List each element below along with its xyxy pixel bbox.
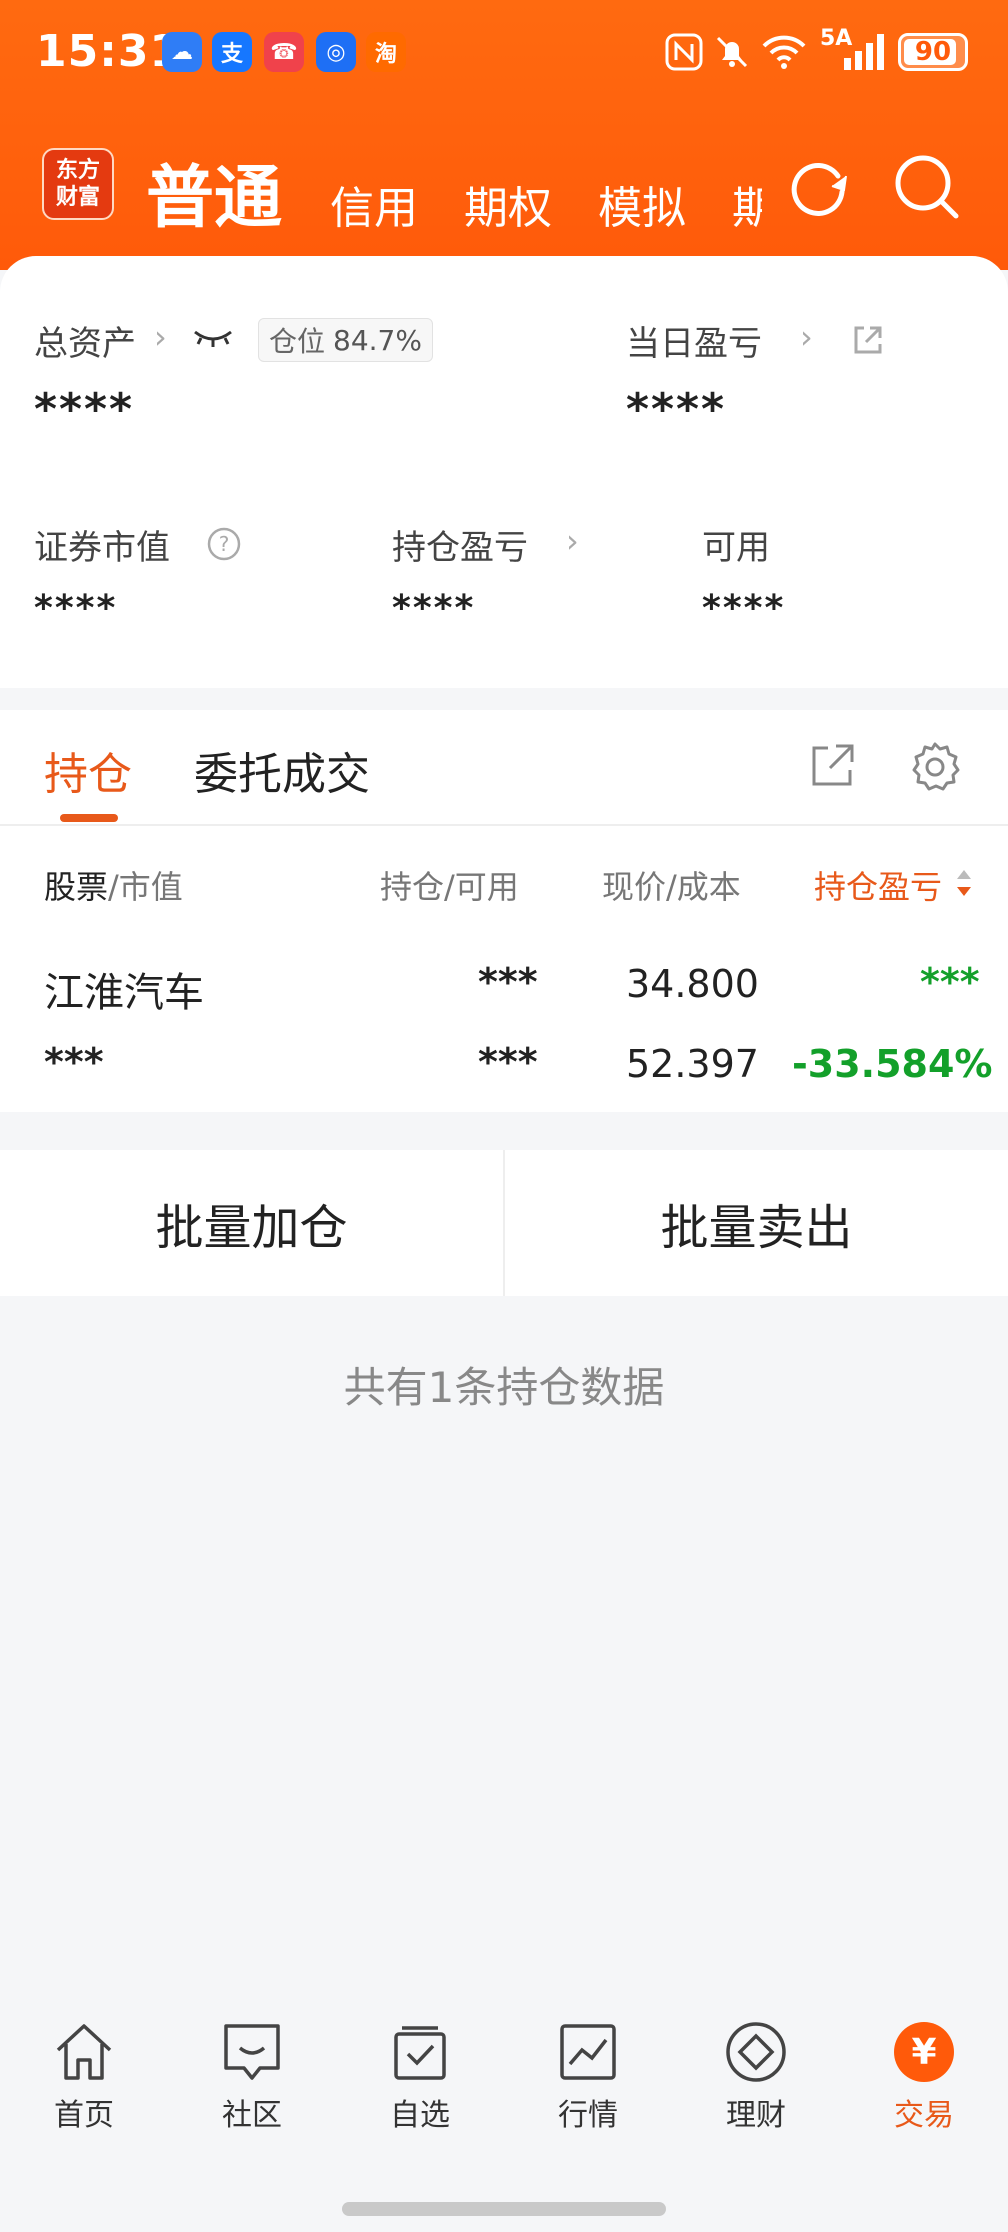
holding-pnl-chevron-icon[interactable]: ›	[566, 522, 579, 560]
signal-icon	[844, 34, 884, 70]
sort-icon[interactable]	[954, 868, 974, 898]
available-value: ****	[702, 588, 786, 629]
tab-normal[interactable]: 普通	[146, 142, 282, 241]
total-assets-value: ****	[34, 384, 135, 435]
tab-futures[interactable]: 期	[732, 172, 762, 236]
wifi-icon	[762, 35, 806, 69]
app-logo[interactable]: 东方 财富	[42, 148, 114, 220]
market-icon	[560, 2024, 616, 2080]
nfc-icon	[665, 33, 703, 71]
daily-pnl-label[interactable]: 当日盈亏	[626, 316, 762, 365]
phone-icon: ☎	[264, 32, 304, 72]
position-ratio-badge: 仓位 84.7%	[258, 318, 433, 362]
batch-actions: 批量加仓 批量卖出	[0, 1150, 1008, 1296]
tab-credit[interactable]: 信用	[330, 172, 418, 236]
total-assets-label[interactable]: 总资产	[34, 316, 136, 365]
nav-market[interactable]: 行情	[528, 2020, 648, 2134]
daily-pnl-chevron-icon[interactable]: ›	[800, 318, 813, 356]
nav-watchlist[interactable]: 自选	[360, 2020, 480, 2134]
help-icon[interactable]: ?	[206, 526, 242, 562]
column-header-holding[interactable]: 持仓/可用	[380, 862, 519, 908]
taobao-icon: 淘	[366, 32, 406, 72]
market-value-cell: ***	[44, 1040, 104, 1084]
nav-home[interactable]: 首页	[24, 2020, 144, 2134]
svg-text:¥: ¥	[911, 2032, 936, 2073]
pnl-amount-cell: ***	[920, 960, 980, 1004]
market-value-value: ****	[34, 588, 118, 629]
bottom-nav	[0, 2000, 1008, 2232]
external-link-icon[interactable]	[808, 740, 858, 790]
pnl-percent-cell: -33.584%	[792, 1042, 993, 1086]
tabs-divider	[0, 824, 1008, 826]
wealth-icon	[726, 2022, 786, 2082]
asset-summary-card	[0, 256, 1008, 688]
column-header-price[interactable]: 现价/成本	[602, 862, 741, 908]
batch-sell-button[interactable]: 批量卖出	[505, 1150, 1008, 1296]
column-header-stock[interactable]: 股票/市值	[44, 862, 183, 908]
nav-trade[interactable]: ¥ 交易	[864, 2020, 984, 2134]
weather-icon: ☁	[162, 32, 202, 72]
tab-orders-trades[interactable]: 委托成交	[194, 738, 370, 802]
batch-add-button[interactable]: 批量加仓	[0, 1150, 503, 1296]
search-icon[interactable]	[892, 152, 962, 222]
chat-icon: ◎	[316, 32, 356, 72]
hide-eye-icon[interactable]	[192, 326, 234, 350]
home-icon	[56, 2024, 112, 2080]
refresh-icon[interactable]	[784, 152, 854, 222]
svg-text:?: ?	[219, 532, 230, 556]
mute-bell-icon	[716, 36, 748, 68]
tab-holdings[interactable]: 持仓	[44, 738, 132, 802]
nav-community[interactable]: 社区	[192, 2020, 312, 2134]
current-price-cell: 34.800	[626, 962, 759, 1006]
available-cell: ***	[478, 1040, 538, 1084]
alipay-icon: 支	[212, 32, 252, 72]
cost-price-cell: 52.397	[626, 1042, 759, 1086]
share-icon[interactable]	[850, 322, 886, 358]
settings-gear-icon[interactable]	[908, 740, 962, 794]
holding-cell: ***	[478, 960, 538, 1004]
battery-indicator: 90	[898, 33, 968, 71]
tab-simulation[interactable]: 模拟	[598, 172, 686, 236]
daily-pnl-value: ****	[626, 384, 727, 435]
total-assets-chevron-icon[interactable]: ›	[154, 318, 167, 356]
nav-wealth[interactable]: 理财	[696, 2020, 816, 2134]
market-value-label: 证券市值	[34, 528, 170, 568]
trade-icon: ¥	[894, 2022, 954, 2082]
column-header-pnl[interactable]: 持仓盈亏	[814, 862, 942, 908]
holdings-count-note: 共有1条持仓数据	[343, 1363, 665, 1412]
watchlist-icon	[394, 2026, 446, 2080]
stock-name[interactable]: 江淮汽车	[44, 960, 204, 1018]
available-label: 可用	[702, 528, 770, 568]
holding-pnl-value: ****	[392, 588, 476, 629]
holding-pnl-label[interactable]: 持仓盈亏	[392, 520, 528, 569]
status-time: 15:31	[36, 26, 182, 77]
active-tab-indicator	[60, 814, 118, 822]
community-icon	[224, 2024, 280, 2080]
tab-options[interactable]: 期权	[464, 172, 552, 236]
home-indicator	[342, 2202, 666, 2216]
